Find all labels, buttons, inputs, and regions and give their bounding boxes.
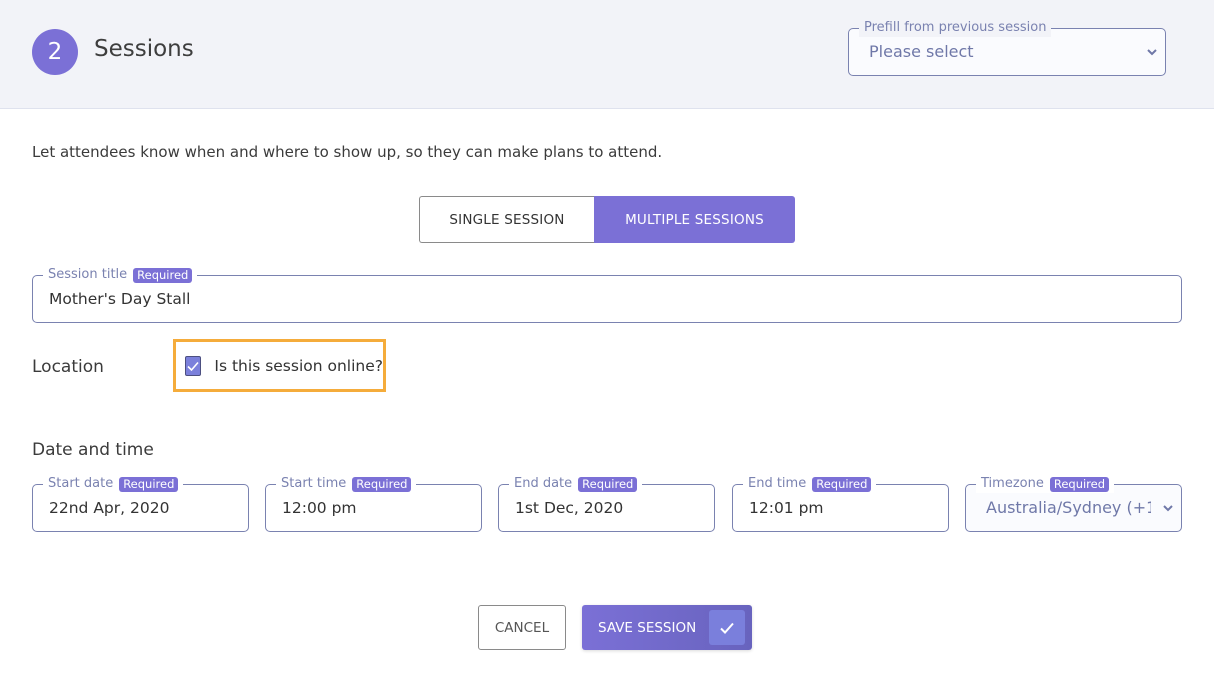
cancel-button[interactable]: CANCEL [478,605,566,650]
session-type-toggle: SINGLE SESSION MULTIPLE SESSIONS [419,196,795,243]
chevron-down-icon [1147,49,1157,56]
chevron-down-icon [1163,505,1173,512]
end-date-input[interactable]: 1st Dec, 2020 [515,499,623,517]
checkmark-icon [720,622,734,634]
end-time-label: End time Required [743,475,877,493]
required-badge: Required [119,476,179,492]
prefill-selected-value: Please select [869,42,974,61]
timezone-select[interactable]: TimezoneRequired Australia/Sydney (+11:0 [965,475,1182,532]
online-checkbox[interactable] [185,355,202,376]
save-session-button[interactable]: SAVE SESSION [582,605,752,650]
checkmark-icon [187,361,199,371]
session-title-field[interactable]: Session title Required Mother's Day Stal… [32,266,1182,323]
required-badge: Required [812,476,872,492]
required-badge: Required [352,476,412,492]
required-badge: Required [578,476,638,492]
start-date-field[interactable]: Start date Required 22nd Apr, 2020 [32,475,249,532]
timezone-label: Timezone Required [976,475,1115,493]
required-badge: Required [1049,476,1110,492]
start-date-input[interactable]: 22nd Apr, 2020 [49,499,169,517]
end-time-input[interactable]: 12:01 pm [749,499,824,517]
start-time-field[interactable]: Start time Required 12:00 pm [265,475,482,532]
section-header: 2 Sessions Prefill from previous session… [0,0,1214,109]
location-label: Location [32,357,104,377]
single-session-button[interactable]: SINGLE SESSION [419,196,594,243]
prefill-select[interactable]: Prefill from previous session Please sel… [848,19,1166,76]
online-checkbox-label: Is this session online? [214,356,383,375]
multiple-sessions-button[interactable]: MULTIPLE SESSIONS [594,196,795,243]
start-time-input[interactable]: 12:00 pm [282,499,357,517]
end-date-field[interactable]: End date Required 1st Dec, 2020 [498,475,715,532]
intro-text: Let attendees know when and where to sho… [32,143,663,161]
start-time-label: Start time Required [276,475,417,493]
save-check-badge [709,610,745,645]
required-badge: Required [133,267,193,283]
end-time-field[interactable]: End time Required 12:01 pm [732,475,949,532]
section-title: Sessions [94,36,194,62]
save-session-label: SAVE SESSION [598,619,697,636]
session-title-label: Session title Required [43,266,198,284]
timezone-selected-value: Australia/Sydney (+11:0 [986,498,1151,517]
session-title-input[interactable]: Mother's Day Stall [49,290,191,308]
step-number-badge: 2 [32,29,78,75]
end-date-label: End date Required [509,475,643,493]
online-checkbox-highlight[interactable]: Is this session online? [173,339,386,392]
start-date-label: Start date Required [43,475,184,493]
date-time-heading: Date and time [32,440,154,460]
prefill-label: Prefill from previous session [859,19,1052,37]
